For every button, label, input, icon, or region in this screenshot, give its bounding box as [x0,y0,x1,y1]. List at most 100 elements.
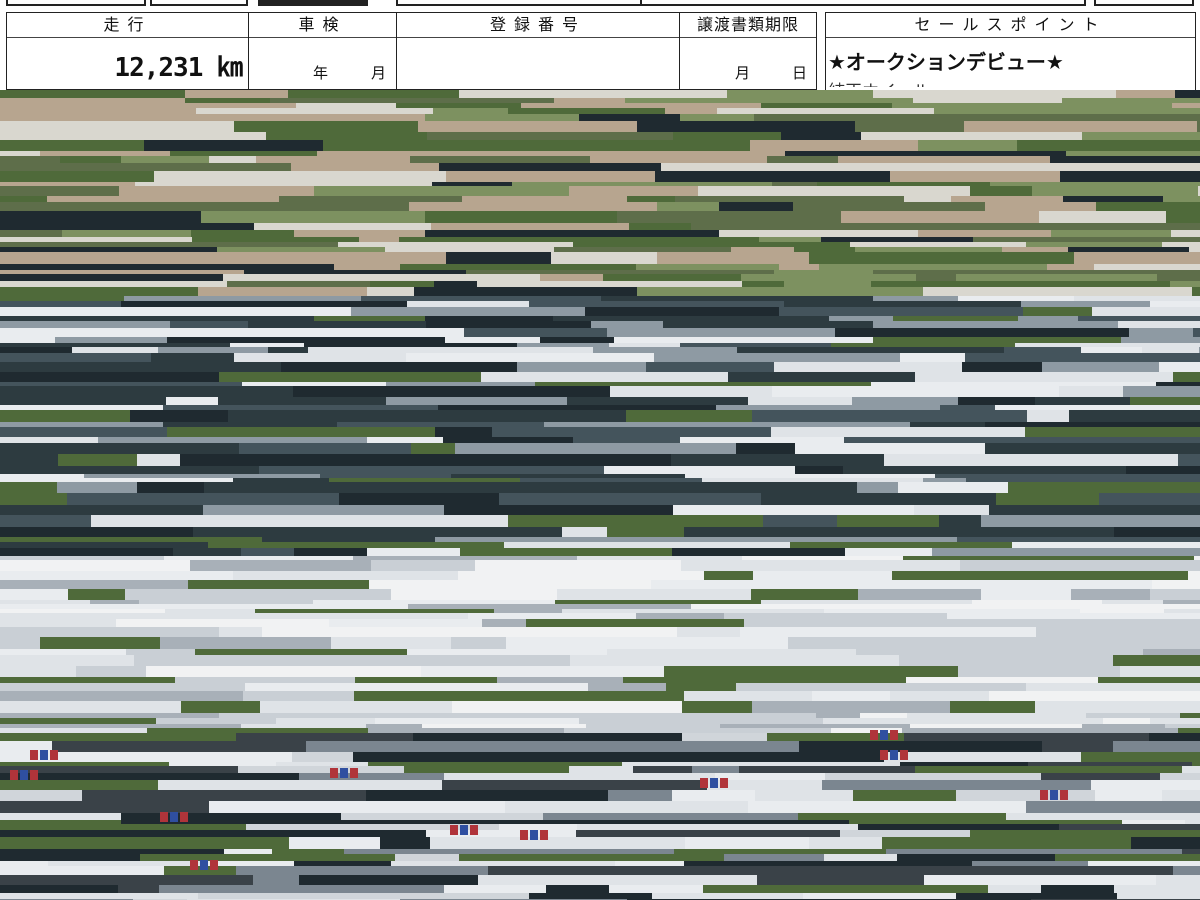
photo-strip [607,649,856,655]
photo-strip [488,866,677,875]
photo-strip [754,114,993,121]
photo-strip [784,301,1021,307]
photo-strip [0,237,192,242]
photo-strip [464,328,607,337]
photo-strip [121,820,258,824]
photo-strip [154,171,446,182]
photo-strip [934,108,1200,114]
photo-strip [680,114,754,121]
photo-strip [320,474,451,478]
photo-strip [475,560,681,571]
photo-strip [317,151,553,156]
badge-accent [10,770,18,780]
photo-strip [258,820,542,824]
photo-strip [585,307,779,316]
photo-strip [121,301,407,307]
photo-strip [1162,790,1200,801]
photo-strip [431,223,629,230]
photo-strip [657,252,809,264]
photo-strip [593,347,737,353]
photo-strip [652,893,803,899]
photo-strip [1099,493,1200,505]
photo-strip [981,589,1071,600]
photo-strip [477,281,742,287]
photo-strip [163,405,274,410]
photo-strip [779,264,819,270]
inspection-month-unit: 月 [371,64,387,82]
photo-strip [444,885,546,893]
photo-strip [966,478,1200,482]
photo-strip [371,560,475,571]
photo-strip [1103,718,1150,724]
photo-strip [82,790,366,801]
photo-strip [0,132,266,140]
photo-strip [353,556,577,560]
photo-strip [219,713,413,718]
photo-strip [1165,724,1200,728]
photo-strip [119,186,314,196]
photo-strip [720,724,910,728]
photo-strip [527,270,774,274]
photo-strip [1068,247,1189,252]
sales-point-line1: ★オークションデビュー★ [828,50,1064,74]
badge-accent [880,730,888,740]
badge-accent [330,768,338,778]
photo-strip [752,410,1027,422]
badge-accent [450,825,458,835]
photo-strip [626,410,752,422]
badge-accent [180,812,188,822]
photo-strip [169,762,276,766]
photo-strip [458,571,704,580]
photo-strip [767,156,838,163]
photo-strip [209,156,256,163]
photo-strip [938,163,1200,171]
photo-strip [608,790,672,801]
photo-strip [430,837,685,849]
badge-accent [710,778,718,788]
photo-strip [0,211,201,223]
photo-strip [577,556,742,560]
photo-strip [52,741,306,752]
photo-strip [910,724,1082,728]
photo-strip [576,830,840,837]
photo-strip [1180,713,1200,718]
photo-strip [884,752,1081,762]
photo-strip [329,478,520,482]
badge-accent [530,830,538,840]
photo-strip [803,893,956,899]
photo-strip [972,600,1102,604]
photo-strip [0,382,242,386]
photo-strip [591,321,663,328]
photo-strip [1149,733,1200,741]
photo-strip [959,619,1200,627]
photo-strip [0,527,193,537]
photo-strip [988,885,1041,893]
photo-strip [0,482,57,493]
inspection-cell: 車検 年 月 [248,12,397,90]
photo-strip [827,849,886,854]
photo-strip [58,454,137,466]
photo-strip [0,619,116,627]
photo-strip [198,893,415,899]
photo-strip [627,196,675,202]
photo-strip [337,422,544,427]
photo-strip [680,437,844,443]
photo-strip [236,733,413,741]
photo-strip [790,542,1012,548]
photo-strip [223,274,411,281]
photo-strip [989,505,1200,515]
photo-strip [1051,230,1171,237]
photo-strip [956,274,1157,281]
photo-strip [195,649,407,655]
badge-accent [160,812,168,822]
photo-strip [950,701,1035,713]
photo-strip [0,813,121,820]
photo-strip [242,264,334,270]
badge-accent [540,830,548,840]
photo-strip [1032,437,1200,443]
photo-strip [0,666,76,677]
badge-accent [350,768,358,778]
photo-strip [68,589,125,600]
photo-strip [494,609,562,613]
photo-strip [817,182,990,186]
